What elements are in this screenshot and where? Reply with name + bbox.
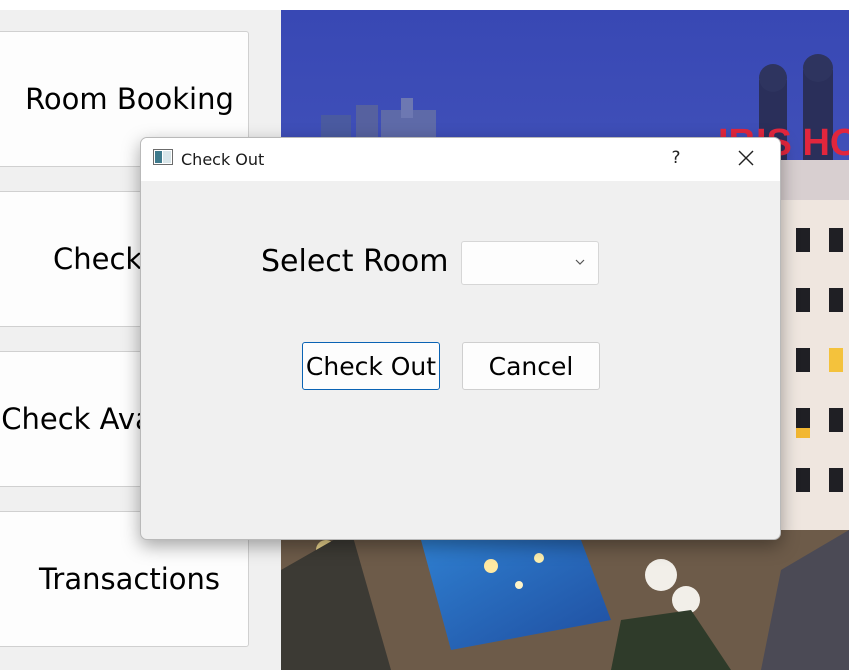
select-room-label: Select Room — [261, 244, 449, 279]
check-out-button[interactable]: Check Out — [302, 342, 440, 390]
close-button[interactable] — [723, 138, 769, 178]
window-top-strip — [0, 0, 849, 10]
cancel-button[interactable]: Cancel — [462, 342, 600, 390]
check-out-dialog: Check Out ? Select Room Check Out Cancel — [140, 137, 781, 540]
room-select-dropdown[interactable] — [461, 241, 599, 285]
dialog-titlebar: Check Out ? — [141, 138, 780, 181]
window-app-icon — [153, 149, 173, 165]
close-icon — [738, 150, 754, 166]
room-booking-label: Room Booking — [25, 82, 234, 116]
main-window: Room Booking Check-Out Check Availabilit… — [0, 0, 849, 670]
help-button[interactable]: ? — [651, 138, 701, 178]
transactions-label: Transactions — [38, 562, 220, 596]
chevron-down-icon — [575, 259, 585, 265]
dialog-title: Check Out — [181, 150, 265, 169]
